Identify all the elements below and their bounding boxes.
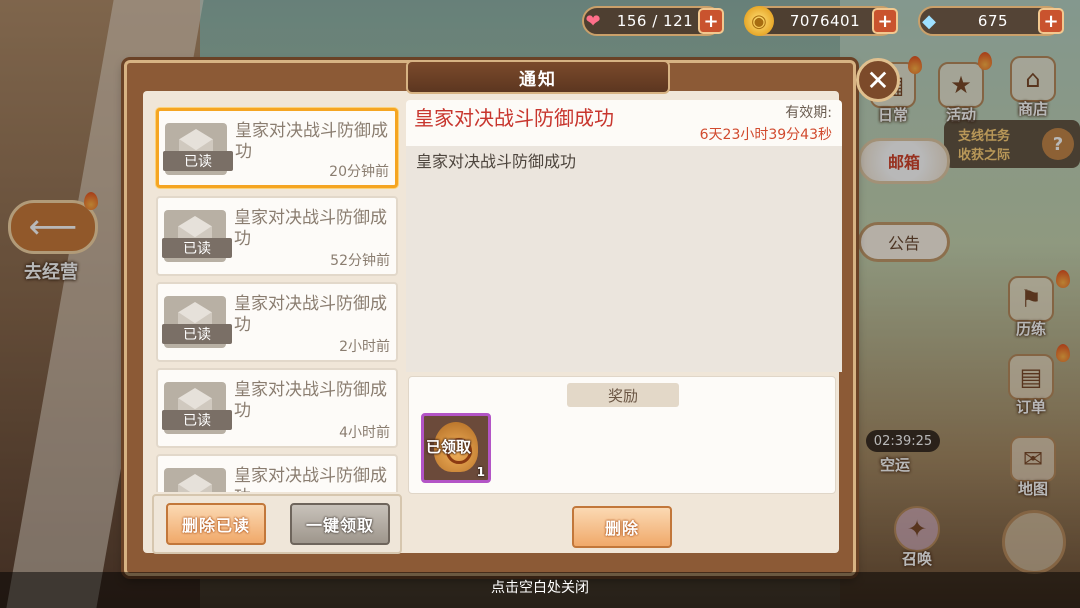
envelope-icon [164, 468, 226, 492]
mail-time: 2小时前 [339, 339, 390, 355]
add-gem-button[interactable]: + [1038, 8, 1064, 34]
mail-title: 皇家对决战斗防御成功 [235, 121, 388, 162]
gold-counter: ◉ 7076401 + [744, 6, 898, 36]
stamina-counter: ❤ 156 / 121 + [582, 6, 724, 36]
reward-section: 奖励 已领取 1 [408, 376, 836, 494]
mail-title: 皇家对决战斗防御成功 [234, 380, 387, 421]
panel-title: 通知 [406, 60, 670, 94]
mail-detail-body: 皇家对决战斗防御成功 [406, 146, 842, 372]
delete-button[interactable]: 删除 [572, 506, 672, 548]
mail-time: 20分钟前 [329, 164, 389, 180]
validity-label: 有效期: [785, 105, 832, 121]
close-button[interactable]: ✕ [856, 58, 900, 102]
reward-item[interactable]: 已领取 1 [421, 413, 491, 483]
heart-icon: ❤ [585, 10, 601, 32]
mail-detail-title: 皇家对决战斗防御成功 [414, 106, 614, 130]
reward-label: 奖励 [567, 383, 679, 407]
add-stamina-button[interactable]: + [698, 8, 724, 34]
close-icon: ✕ [866, 63, 890, 97]
mail-item[interactable]: 已读 皇家对决战斗防御成功 4小时前 [156, 368, 398, 448]
mail-list[interactable]: 已读 皇家对决战斗防御成功 20分钟前 已读 皇家对决战斗防御成功 52分钟前 … [152, 104, 402, 492]
mail-title: 皇家对决战斗防御成功 [234, 466, 387, 492]
validity-countdown: 6天23小时39分43秒 [699, 127, 832, 143]
claimed-stamp: 已领取 [426, 438, 472, 456]
stamina-value: 156 / 121 [616, 12, 694, 30]
gem-counter: ◆ 675 + [918, 6, 1064, 36]
mail-detail-text: 皇家对决战斗防御成功 [416, 152, 577, 171]
close-hint: 点击空白处关闭 [491, 580, 589, 596]
mail-time: 52分钟前 [330, 253, 390, 269]
mail-item[interactable]: 已读 皇家对决战斗防御成功 52分钟前 [156, 196, 398, 276]
mail-detail-header: 皇家对决战斗防御成功 有效期: 6天23小时39分43秒 [406, 100, 842, 146]
diamond-icon: ◆ [922, 10, 936, 32]
read-tag: 已读 [162, 410, 232, 430]
gold-value: 7076401 [789, 12, 861, 30]
mail-item[interactable]: 已读 皇家对决战斗防御成功 2小时前 [156, 282, 398, 362]
read-tag: 已读 [162, 324, 232, 344]
coin-icon: ◉ [744, 6, 774, 36]
delete-read-button[interactable]: 删除已读 [166, 503, 266, 545]
add-gold-button[interactable]: + [872, 8, 898, 34]
mail-time: 4小时前 [339, 425, 390, 441]
mail-title: 皇家对决战斗防御成功 [234, 294, 387, 335]
mail-title: 皇家对决战斗防御成功 [234, 208, 387, 249]
mail-item[interactable]: 已读 皇家对决战斗防御成功 20分钟前 [156, 108, 398, 188]
read-tag: 已读 [163, 151, 233, 171]
mail-item[interactable]: 皇家对决战斗防御成功 [156, 454, 398, 492]
claim-all-button[interactable]: 一键领取 [290, 503, 390, 545]
read-tag: 已读 [162, 238, 232, 258]
reward-count: 1 [476, 465, 485, 479]
gem-value: 675 [977, 12, 1009, 30]
